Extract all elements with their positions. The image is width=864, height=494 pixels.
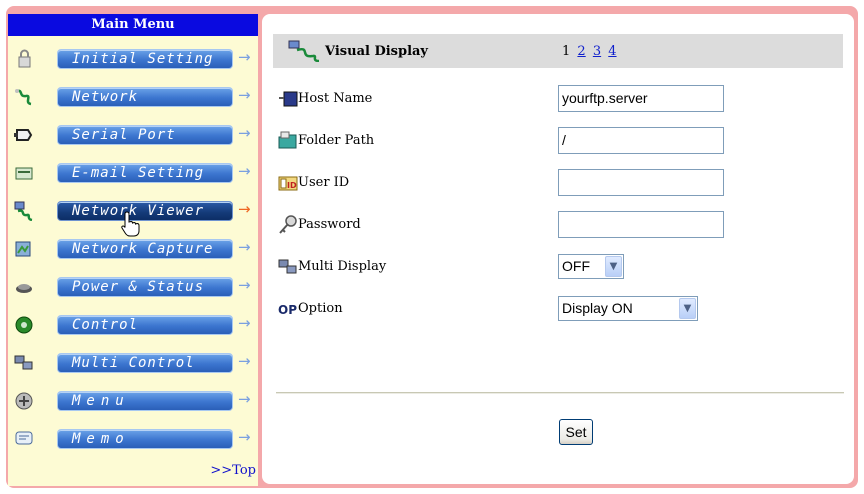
arrow-right-icon: →	[238, 162, 251, 180]
hand-cursor-icon	[121, 211, 140, 237]
memo-icon	[15, 431, 33, 445]
sidebar-item-label[interactable]: Memo	[57, 429, 233, 449]
sidebar-item-memo[interactable]: Memo →	[8, 424, 258, 454]
page-link-4[interactable]: 4	[608, 44, 616, 59]
arrow-right-icon: →	[238, 390, 251, 408]
password-field[interactable]	[558, 211, 724, 238]
sidebar-item-label[interactable]: Network Viewer	[57, 201, 233, 221]
multi-control-icon	[14, 355, 33, 370]
main-panel: Visual Display 1 2 3 4 Host Name yourftp…	[262, 14, 854, 484]
multi-display-row: Multi Display OFF ▼	[278, 252, 838, 282]
sidebar-item-label[interactable]: Control	[57, 315, 233, 335]
chevron-down-icon[interactable]: ▼	[605, 256, 622, 277]
password-label: Password	[298, 217, 361, 232]
arrow-right-icon: →	[238, 352, 251, 370]
sidebar-item-control[interactable]: Control →	[8, 310, 258, 340]
sidebar-item-power-status[interactable]: Power & Status →	[8, 272, 258, 302]
user-id-field[interactable]	[558, 169, 724, 196]
lock-icon	[18, 49, 31, 68]
sidebar-item-label[interactable]: Serial Port	[57, 125, 233, 145]
divider	[276, 392, 844, 394]
arrow-right-icon: →	[238, 428, 251, 446]
page-frame: Main Menu Initial Setting → Network → Se…	[6, 6, 858, 488]
arrow-right-icon: →	[238, 238, 251, 256]
arrow-right-icon: →	[238, 200, 251, 218]
sidebar: Main Menu Initial Setting → Network → Se…	[8, 14, 258, 486]
folder-path-field[interactable]: /	[558, 127, 724, 154]
sidebar-item-label[interactable]: Power & Status	[57, 277, 233, 297]
arrow-right-icon: →	[238, 314, 251, 332]
arrow-right-icon: →	[238, 86, 251, 104]
sidebar-item-email-setting[interactable]: E-mail Setting →	[8, 158, 258, 188]
section-header: Visual Display 1 2 3 4	[273, 34, 843, 68]
sidebar-item-multi-control[interactable]: Multi Control →	[8, 348, 258, 378]
folder-icon	[278, 131, 297, 149]
option-label: Option	[298, 301, 343, 316]
option-row: OP Option Display ON ▼	[278, 294, 838, 324]
sidebar-item-network[interactable]: Network →	[8, 82, 258, 112]
sidebar-item-label[interactable]: Network	[57, 87, 233, 107]
email-icon	[15, 167, 33, 180]
multi-display-value: OFF	[562, 258, 590, 274]
option-icon: OP	[278, 303, 297, 317]
folder-path-label: Folder Path	[298, 133, 375, 148]
password-row: Password	[278, 210, 838, 240]
multi-display-label: Multi Display	[298, 259, 387, 274]
top-link[interactable]: >>Top	[210, 463, 256, 478]
user-id-label: User ID	[298, 175, 350, 190]
network-capture-icon	[15, 241, 31, 257]
sidebar-item-label[interactable]: Network Capture	[57, 239, 233, 259]
page-current: 1	[562, 44, 571, 59]
user-id-row: ID User ID	[278, 168, 838, 198]
sidebar-item-network-capture[interactable]: Network Capture →	[8, 234, 258, 264]
page-link-2[interactable]: 2	[577, 44, 585, 59]
power-status-icon	[16, 284, 32, 293]
sidebar-item-label[interactable]: Multi Control	[57, 353, 233, 373]
chevron-down-icon[interactable]: ▼	[679, 298, 696, 319]
svg-text:ID: ID	[287, 181, 297, 190]
multi-display-icon	[278, 259, 297, 274]
sidebar-title: Main Menu	[8, 14, 258, 36]
network-viewer-icon	[14, 201, 33, 221]
user-id-icon: ID	[278, 176, 298, 191]
arrow-right-icon: →	[238, 276, 251, 294]
host-name-label: Host Name	[298, 91, 373, 106]
control-icon	[15, 316, 33, 334]
arrow-right-icon: →	[238, 48, 251, 66]
host-icon	[279, 91, 298, 107]
host-name-row: Host Name yourftp.server	[278, 84, 838, 114]
key-icon	[279, 215, 297, 234]
option-value: Display ON	[562, 300, 633, 316]
set-button[interactable]: Set	[559, 419, 593, 445]
serial-port-icon	[14, 129, 33, 141]
sidebar-item-initial-setting[interactable]: Initial Setting →	[8, 44, 258, 74]
sidebar-item-label[interactable]: Initial Setting	[57, 49, 233, 69]
sidebar-item-serial-port[interactable]: Serial Port →	[8, 120, 258, 150]
page-title: Visual Display	[325, 44, 428, 59]
sidebar-item-label[interactable]: E-mail Setting	[57, 163, 233, 183]
option-select[interactable]: Display ON ▼	[558, 296, 698, 321]
pagination: 1 2 3 4	[562, 44, 617, 59]
sidebar-item-menu[interactable]: Menu →	[8, 386, 258, 416]
sidebar-item-label[interactable]: Menu	[57, 391, 233, 411]
menu-icon	[15, 392, 33, 410]
network-icon	[15, 89, 32, 106]
host-name-field[interactable]: yourftp.server	[558, 85, 724, 112]
visual-display-icon	[288, 40, 320, 62]
svg-text:OP: OP	[278, 303, 297, 317]
page-link-3[interactable]: 3	[593, 44, 601, 59]
arrow-right-icon: →	[238, 124, 251, 142]
multi-display-select[interactable]: OFF ▼	[558, 254, 624, 279]
folder-path-row: Folder Path /	[278, 126, 838, 156]
